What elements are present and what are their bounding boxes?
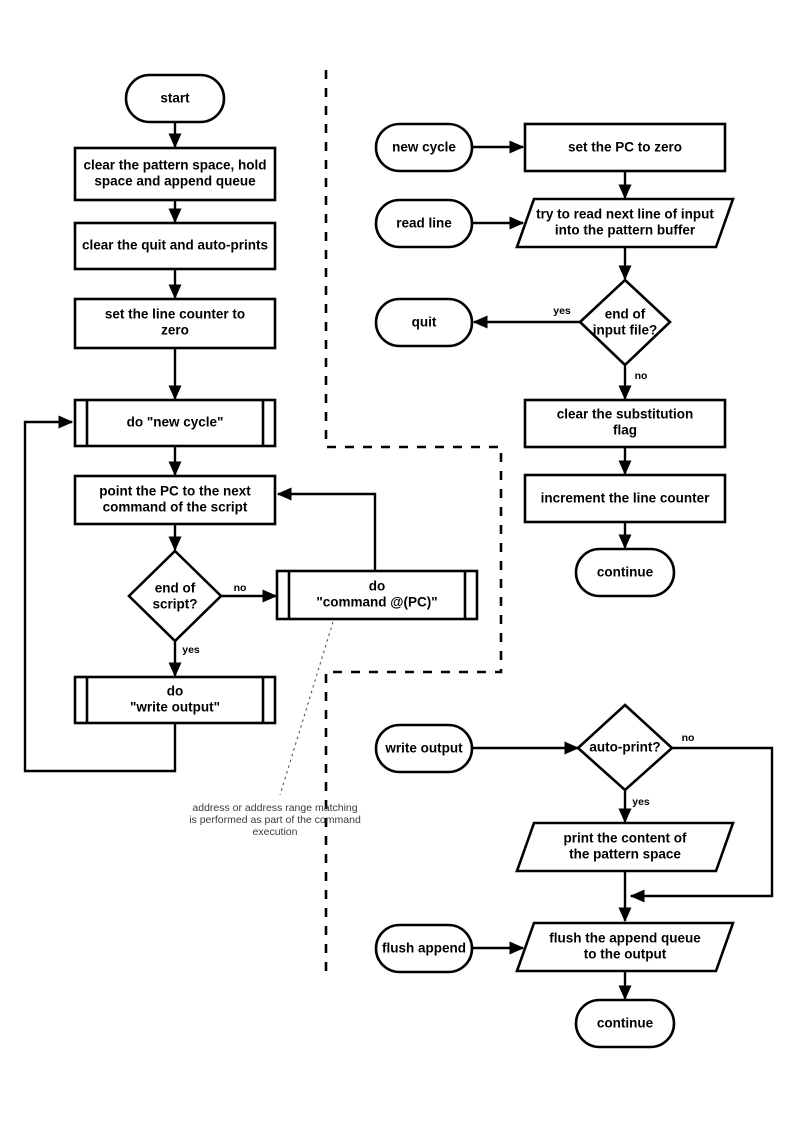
annotation-note: address or address range matching is per… (189, 802, 361, 838)
flowchart-canvas: start clear the pattern space, hold spac… (0, 0, 794, 1123)
node-flush-append-terminator[interactable]: flush append (374, 923, 474, 974)
node-set-line-counter-line1: set the line counter to (105, 307, 245, 322)
node-flush-queue-line1: flush the append queue (549, 931, 701, 946)
node-point-pc[interactable]: point the PC to the next command of the … (73, 474, 277, 526)
node-write-output-label: write output (384, 741, 463, 756)
node-read-line-label: read line (396, 216, 452, 231)
branch-label-input-yes: yes (553, 305, 571, 317)
branch-label-script-no: no (234, 582, 247, 594)
node-do-write-output[interactable]: do "write output" (73, 675, 277, 725)
node-auto-print[interactable]: auto-print? (576, 703, 674, 792)
node-new-cycle-terminator[interactable]: new cycle (374, 122, 474, 173)
node-clear-spaces-line2: space and append queue (94, 174, 256, 189)
node-try-read-line2: into the pattern buffer (555, 223, 696, 238)
node-point-pc-line2: command of the script (103, 500, 248, 515)
node-print-pattern-line1: print the content of (564, 831, 687, 846)
node-set-pc-zero-label: set the PC to zero (568, 140, 682, 155)
node-clear-quit-label: clear the quit and auto-prints (82, 238, 268, 253)
node-try-read-line1: try to read next line of input (536, 207, 714, 222)
annotation-line3: execution (253, 826, 298, 838)
node-continue-output-terminator[interactable]: continue (574, 998, 676, 1049)
node-do-new-cycle-label: do "new cycle" (127, 415, 224, 430)
node-flush-queue-line2: to the output (584, 947, 667, 962)
branch-label-script-yes: yes (182, 644, 200, 656)
node-write-output-terminator[interactable]: write output (374, 723, 474, 774)
node-do-write-output-line2: "write output" (130, 700, 220, 715)
node-print-pattern-line2: the pattern space (569, 847, 681, 862)
conn-command-back-to-pointpc (276, 487, 377, 570)
node-clear-spaces-line1: clear the pattern space, hold (83, 158, 266, 173)
node-do-command-line1: do (369, 579, 386, 594)
node-set-pc-zero[interactable]: set the PC to zero (523, 122, 727, 173)
node-end-of-script-line2: script? (152, 597, 197, 612)
node-start-label: start (160, 91, 190, 106)
node-point-pc-line1: point the PC to the next (99, 484, 251, 499)
node-do-new-cycle[interactable]: do "new cycle" (73, 398, 277, 448)
branch-label-input-no: no (635, 370, 648, 382)
node-set-line-counter-line2: zero (161, 323, 189, 338)
node-clear-substitution[interactable]: clear the substitution flag (523, 398, 727, 449)
node-clear-substitution-line1: clear the substitution (557, 407, 694, 422)
node-continue-cycle-label: continue (597, 565, 654, 580)
node-increment-counter[interactable]: increment the line counter (523, 473, 727, 524)
branch-label-autoprint-no: no (682, 732, 695, 744)
branch-label-autoprint-yes: yes (632, 796, 650, 808)
node-do-command-line2: "command @(PC)" (316, 595, 437, 610)
node-start[interactable]: start (124, 73, 226, 124)
node-quit-terminator[interactable]: quit (374, 297, 474, 348)
node-flush-queue[interactable]: flush the append queue to the output (515, 921, 735, 973)
node-end-of-input-line1: end of (605, 307, 646, 322)
node-do-command[interactable]: do "command @(PC)" (275, 569, 479, 621)
node-auto-print-label: auto-print? (589, 740, 660, 755)
node-clear-substitution-line2: flag (613, 423, 637, 438)
node-try-read[interactable]: try to read next line of input into the … (515, 197, 735, 249)
node-continue-output-label: continue (597, 1016, 654, 1031)
annotation-line1: address or address range matching (192, 802, 357, 814)
node-end-of-script-line1: end of (155, 581, 196, 596)
node-print-pattern[interactable]: print the content of the pattern space (515, 821, 735, 873)
node-flush-append-label: flush append (382, 941, 466, 956)
node-end-of-script[interactable]: end of script? (127, 549, 223, 643)
flowchart-svg: start clear the pattern space, hold spac… (23, 70, 774, 1049)
node-set-line-counter[interactable]: set the line counter to zero (73, 297, 277, 350)
node-clear-quit[interactable]: clear the quit and auto-prints (73, 221, 277, 271)
node-clear-spaces[interactable]: clear the pattern space, hold space and … (73, 146, 277, 202)
node-continue-cycle-terminator[interactable]: continue (574, 547, 676, 598)
node-do-write-output-line1: do (167, 684, 184, 699)
node-new-cycle-label: new cycle (392, 140, 456, 155)
node-quit-label: quit (412, 315, 437, 330)
node-increment-counter-label: increment the line counter (541, 491, 711, 506)
node-end-of-input[interactable]: end of input file? (578, 278, 672, 367)
node-end-of-input-line2: input file? (593, 323, 658, 338)
node-read-line-terminator[interactable]: read line (374, 198, 474, 249)
annotation-line2: is performed as part of the command (189, 814, 361, 826)
